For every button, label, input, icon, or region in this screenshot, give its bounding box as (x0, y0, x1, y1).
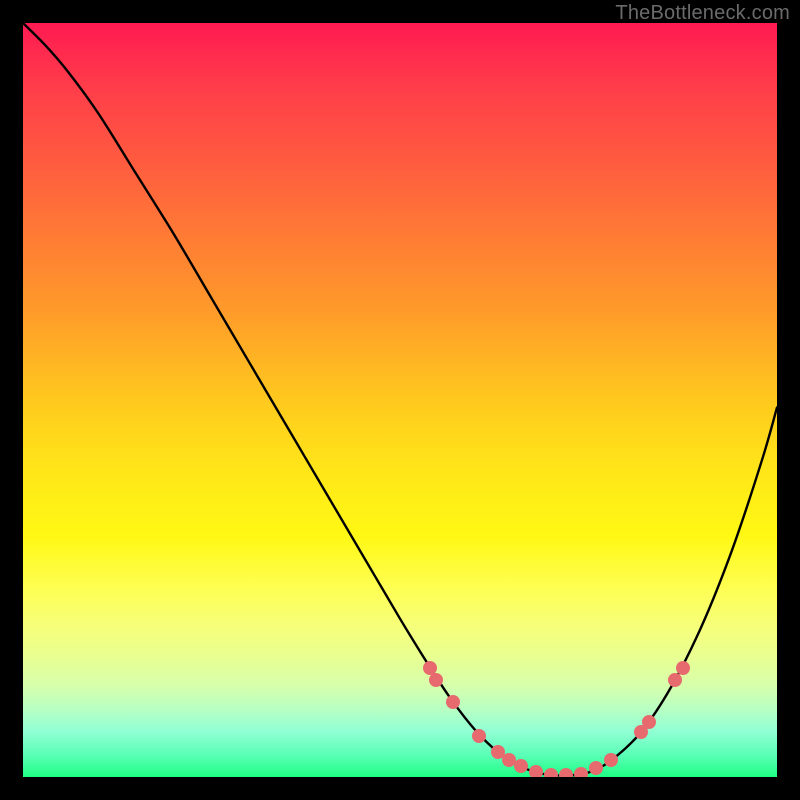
curve-marker (589, 761, 603, 775)
curve-marker (446, 695, 460, 709)
curve-marker (574, 767, 588, 777)
watermark-text: TheBottleneck.com (615, 2, 790, 25)
curve-marker (429, 673, 443, 687)
curve-marker (642, 715, 656, 729)
bottleneck-curve (23, 23, 777, 776)
chart-frame: TheBottleneck.com (0, 0, 800, 800)
curve-marker (472, 729, 486, 743)
curve-marker (544, 768, 558, 777)
curve-marker (559, 768, 573, 777)
curve-marker (668, 673, 682, 687)
curve-marker (604, 753, 618, 767)
curve-marker (514, 759, 528, 773)
plot-area (23, 23, 777, 777)
curve-layer (23, 23, 777, 777)
curve-marker (676, 661, 690, 675)
curve-marker (529, 765, 543, 777)
